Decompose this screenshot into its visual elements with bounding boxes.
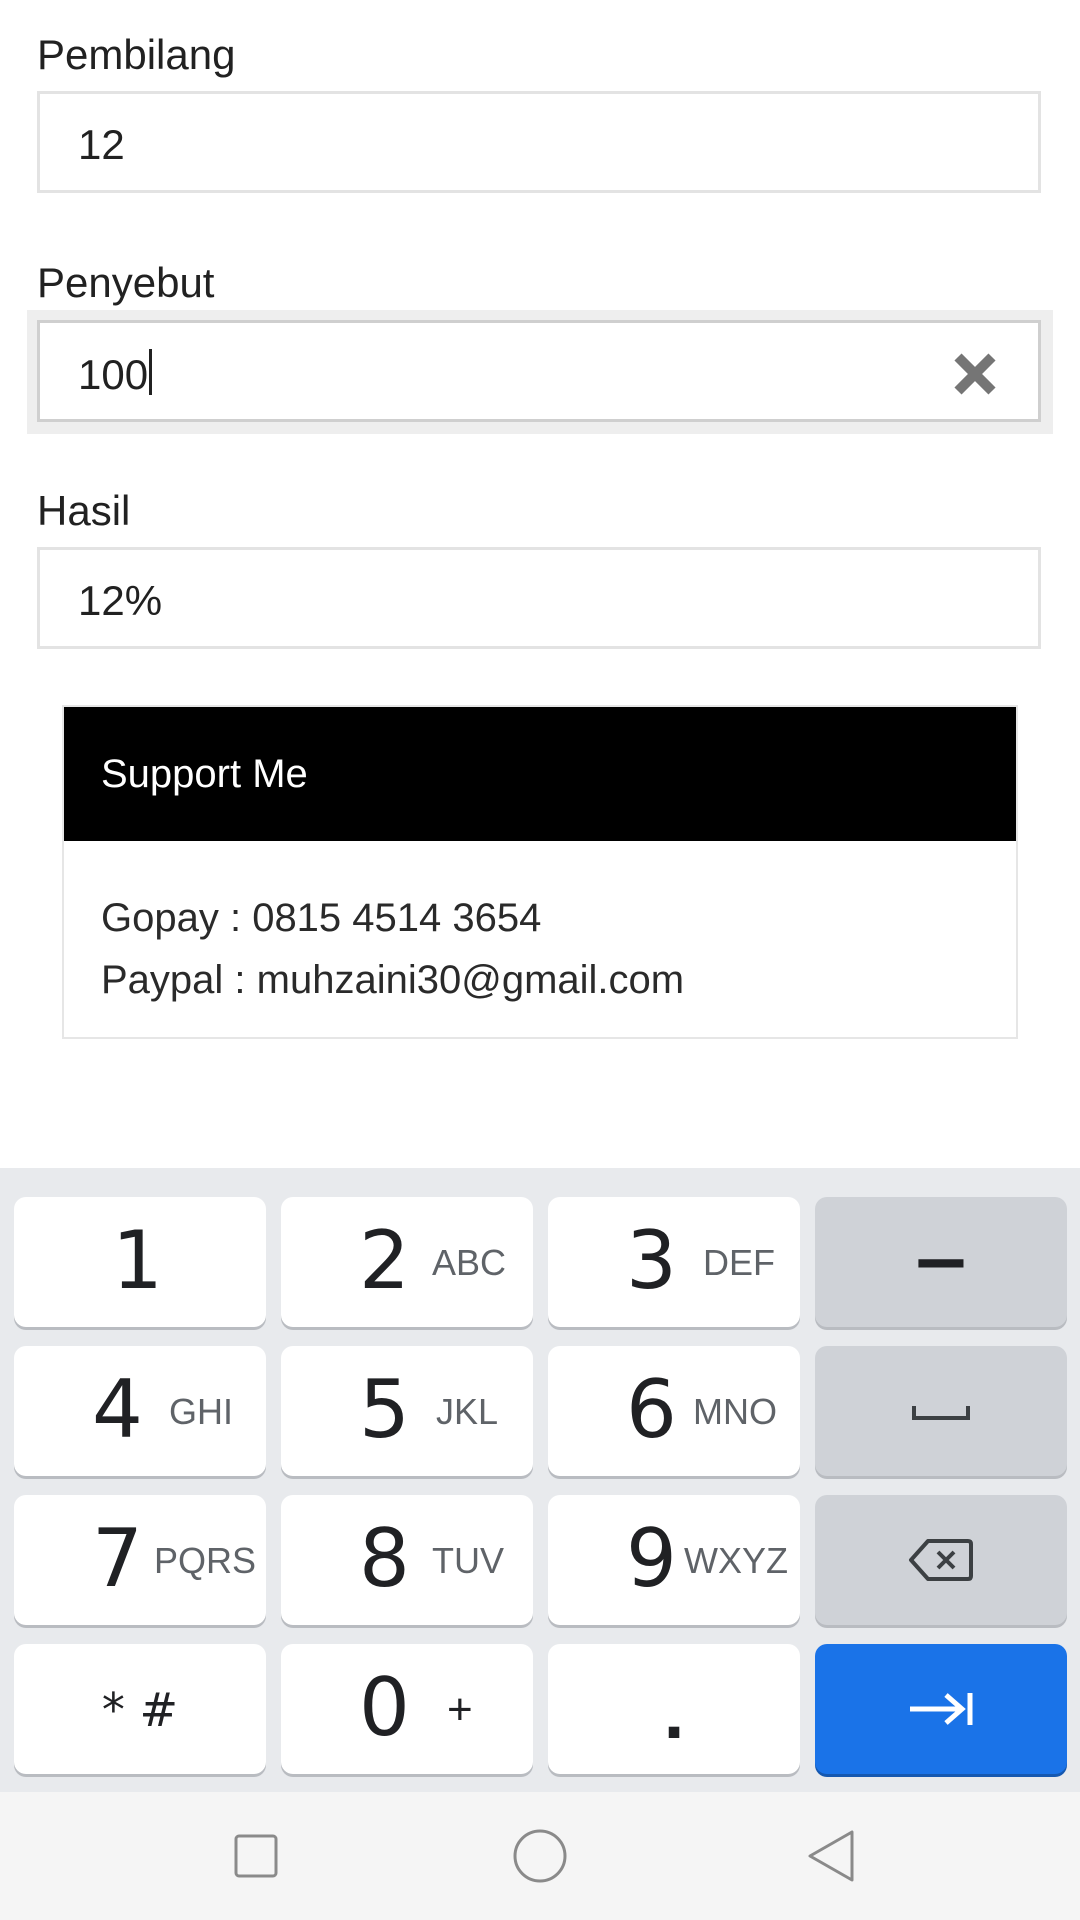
home-circle-icon[interactable] — [510, 1826, 570, 1886]
denominator-focus-ring: 100 — [27, 310, 1053, 434]
tab-next-icon — [910, 1693, 973, 1725]
numerator-label: Pembilang — [37, 31, 236, 78]
key-5[interactable]: 5 JKL — [281, 1346, 533, 1476]
key-8[interactable]: 8 TUV — [281, 1495, 533, 1625]
app-screen: Pembilang 12 Penyebut 100 Hasil 12% Supp… — [0, 0, 1080, 1920]
key-digit: 5 — [359, 1363, 410, 1456]
recents-square-icon[interactable] — [226, 1826, 286, 1886]
key-minus[interactable]: − — [815, 1197, 1067, 1327]
key-digit: 4 — [92, 1363, 143, 1456]
support-card-title: Support Me — [64, 707, 1016, 841]
key-3[interactable]: 3 DEF — [548, 1197, 800, 1327]
key-6[interactable]: 6 MNO — [548, 1346, 800, 1476]
result-value: 12% — [78, 577, 163, 624]
support-card: Support Me Gopay : 0815 4514 3654 Paypal… — [62, 705, 1018, 1039]
key-digit: 7 — [92, 1512, 143, 1605]
key-digit: 1 — [112, 1214, 163, 1307]
key-digit: 3 — [626, 1214, 677, 1307]
key-4[interactable]: 4 GHI — [14, 1346, 266, 1476]
key-letters: MNO — [693, 1391, 777, 1432]
key-star-hash-label: * # — [101, 1683, 179, 1737]
key-digit: 6 — [626, 1363, 677, 1456]
result-label: Hasil — [37, 487, 131, 534]
key-letters: ABC — [432, 1242, 507, 1283]
key-9[interactable]: 9 WXYZ — [548, 1495, 800, 1625]
denominator-label: Penyebut — [37, 259, 215, 306]
key-dot-label: . — [662, 1683, 686, 1753]
key-minus-label: − — [910, 1219, 972, 1303]
key-letters: TUV — [432, 1540, 504, 1581]
key-space[interactable] — [815, 1346, 1067, 1476]
key-letters: PQRS — [154, 1540, 257, 1581]
numeric-keyboard: 1 2 ABC 3 DEF − 4 GHI 5 JKL 6 MNO 7 PQRS… — [0, 1168, 1080, 1792]
key-star-hash[interactable]: * # — [14, 1644, 266, 1774]
key-digit: 0 — [359, 1661, 410, 1754]
key-next[interactable] — [815, 1644, 1067, 1774]
navigation-bar — [0, 1792, 1080, 1920]
numerator-value: 12 — [78, 121, 125, 168]
key-letters: DEF — [703, 1242, 775, 1283]
denominator-value-wrap: 100 — [78, 349, 153, 400]
key-letters: GHI — [169, 1391, 234, 1432]
clear-icon[interactable] — [948, 347, 1002, 401]
key-plus: + — [447, 1685, 473, 1734]
key-0[interactable]: 0 + — [281, 1644, 533, 1774]
backspace-icon — [909, 1539, 973, 1581]
key-digit: 2 — [359, 1214, 410, 1307]
support-card-body: Gopay : 0815 4514 3654 Paypal : muhzaini… — [64, 841, 1016, 1011]
text-caret — [149, 349, 153, 395]
key-letters: JKL — [436, 1391, 499, 1432]
denominator-input[interactable]: 100 — [37, 320, 1041, 422]
key-7[interactable]: 7 PQRS — [14, 1495, 266, 1625]
paypal-line: Paypal : muhzaini30@gmail.com — [101, 958, 685, 1002]
space-bar-icon — [912, 1406, 970, 1420]
key-digit: 8 — [359, 1512, 410, 1605]
key-backspace[interactable] — [815, 1495, 1067, 1625]
denominator-value: 100 — [78, 351, 149, 398]
key-2[interactable]: 2 ABC — [281, 1197, 533, 1327]
key-dot[interactable]: . — [548, 1644, 800, 1774]
result-field[interactable]: 12% — [37, 547, 1041, 649]
key-letters: WXYZ — [684, 1540, 788, 1581]
key-1[interactable]: 1 — [14, 1197, 266, 1327]
numerator-input[interactable]: 12 — [37, 91, 1041, 193]
gopay-line: Gopay : 0815 4514 3654 — [101, 896, 542, 940]
key-digit: 9 — [626, 1512, 677, 1605]
back-triangle-icon[interactable] — [800, 1826, 860, 1886]
